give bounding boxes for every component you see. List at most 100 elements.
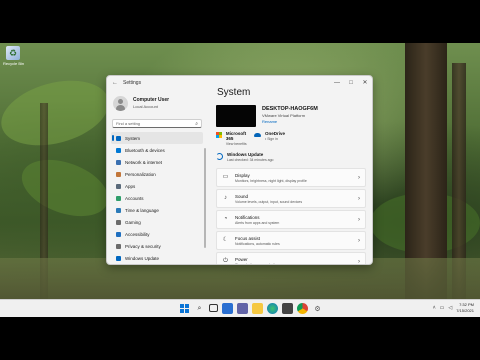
chevron-right-icon: › [358, 258, 360, 265]
system-tray: ˄ ▭ ◁ 7:32 PM 7/15/2021 [433, 302, 474, 314]
card-title: Sound [235, 193, 249, 199]
sidebar-item-label: Personalization [125, 171, 156, 177]
sidebar-item-network-internet[interactable]: Network & internet [111, 156, 203, 168]
start-button[interactable] [179, 303, 190, 314]
task-view-icon[interactable] [209, 304, 218, 312]
sidebar-item-label: Windows Update [125, 255, 160, 261]
back-arrow-icon[interactable]: ← [112, 80, 118, 86]
fern-foliage [14, 149, 116, 227]
microsoft-logo-icon [216, 132, 222, 138]
windows-logo-icon [180, 304, 189, 313]
sidebar-item-label: Bluetooth & devices [125, 147, 165, 153]
chevron-up-icon[interactable]: ˄ [433, 305, 436, 311]
avatar [113, 95, 128, 111]
sidebar-item-label: Accessibility [125, 231, 150, 237]
card-subtitle: Volume levels, output, input, sound devi… [235, 199, 303, 204]
nav-icon [116, 171, 121, 177]
user-profile[interactable]: Computer User Local Account [107, 90, 207, 116]
volume-icon[interactable]: ◁ [448, 305, 452, 311]
nav-icon [116, 147, 121, 153]
settings-window: ← Settings — □ ✕ Computer User Local Acc… [106, 75, 373, 265]
chevron-right-icon: › [358, 216, 360, 223]
sidebar-item-privacy-security[interactable]: Privacy & security [111, 240, 203, 252]
rename-link[interactable]: Rename [262, 119, 318, 124]
card-icon: ♪ [224, 195, 227, 201]
file-explorer-icon[interactable] [252, 303, 263, 314]
sidebar-item-label: Privacy & security [125, 243, 161, 249]
sidebar-item-accessibility[interactable]: Accessibility [111, 228, 203, 240]
settings-card-power[interactable]: ⏻ Power Sleep, battery usage, battery save… [216, 252, 366, 265]
settings-gear-icon[interactable]: ⚙ [312, 303, 323, 314]
sidebar-item-windows-update[interactable]: Windows Update [111, 252, 203, 264]
microsoft-365-tile[interactable]: Microsoft 365 View benefits [216, 131, 254, 146]
card-title: Power [235, 256, 248, 262]
sidebar-item-label: Gaming [125, 219, 141, 225]
nav-icon [116, 159, 121, 165]
nav-icon [116, 231, 121, 237]
nav-icon [116, 135, 121, 141]
search-taskbar-icon[interactable]: ⌕ [194, 303, 205, 314]
settings-cards: ▭ Display Monitors, brightness, night ligh… [216, 168, 366, 265]
user-name: Computer User [133, 97, 170, 103]
update-subtitle: Last checked: 34 minutes ago [227, 158, 274, 162]
sidebar-item-gaming[interactable]: Gaming [111, 216, 203, 228]
card-title: Focus assist [235, 235, 261, 241]
edge-icon[interactable] [267, 303, 278, 314]
device-summary: DESKTOP-HAOGF6M VMware Virtual Platform … [216, 105, 366, 127]
card-icon: ☾ [222, 237, 229, 243]
fern-foliage [0, 69, 116, 157]
device-name: DESKTOP-HAOGF6M [262, 106, 318, 112]
settings-card-focus-assist[interactable]: ☾ Focus assist Notifications, automatic ru… [216, 231, 366, 250]
sidebar-item-label: Accounts [125, 195, 144, 201]
chevron-right-icon: › [358, 195, 360, 202]
services-row: Microsoft 365 View benefits OneDrive • S… [216, 131, 366, 146]
settings-card-sound[interactable]: ♪ Sound Volume levels, output, input, soun… [216, 189, 366, 208]
sidebar-item-personalization[interactable]: Personalization [111, 168, 203, 180]
sidebar-item-accounts[interactable]: Accounts [111, 192, 203, 204]
update-title: Windows Update [227, 152, 264, 157]
desktop-icon-recycle-bin[interactable]: ♻ Recycle Bin [3, 46, 24, 66]
nav-icon [116, 243, 121, 249]
sidebar-item-bluetooth-devices[interactable]: Bluetooth & devices [111, 144, 203, 156]
cloud-icon [254, 133, 261, 137]
card-subtitle: Notifications, automatic rules [235, 241, 280, 246]
main-content: System DESKTOP-HAOGF6M VMware Virtual Pl… [210, 87, 372, 265]
sidebar-scrollbar[interactable] [204, 148, 206, 248]
letterbox-bottom [0, 317, 480, 360]
sidebar-item-label: Network & internet [125, 159, 163, 165]
service-subtitle: • Sign in [265, 137, 278, 141]
card-subtitle: Monitors, brightness, night light, displ… [235, 178, 307, 183]
settings-card-display[interactable]: ▭ Display Monitors, brightness, night ligh… [216, 168, 366, 187]
card-subtitle: Alerts from apps and system [235, 220, 280, 225]
nav-icon [116, 207, 121, 213]
card-icon: ⏻ [223, 258, 228, 264]
card-icon: ▭ [222, 174, 229, 180]
device-model: VMware Virtual Platform [262, 113, 306, 118]
chrome-icon[interactable] [297, 303, 308, 314]
clock[interactable]: 7:32 PM 7/15/2021 [456, 302, 474, 314]
sidebar-item-system[interactable]: System [111, 132, 203, 144]
onedrive-tile[interactable]: OneDrive • Sign in [254, 131, 292, 146]
chevron-right-icon: › [358, 237, 360, 244]
taskbar-apps: ⌕ ⚙ [179, 303, 327, 314]
card-title: Notifications [235, 214, 260, 220]
network-icon[interactable]: ▭ [440, 305, 445, 311]
chat-icon[interactable] [237, 303, 248, 314]
sidebar-nav: System Bluetooth & devices Network & inter… [107, 132, 207, 264]
widgets-icon[interactable] [222, 303, 233, 314]
sidebar-item-apps[interactable]: Apps [111, 180, 203, 192]
card-icon: ◔ [223, 216, 228, 222]
window-title: Settings [123, 80, 142, 86]
chevron-right-icon: › [358, 174, 360, 181]
sidebar-item-time-language[interactable]: Time & language [111, 204, 203, 216]
letterbox-top [0, 0, 480, 43]
settings-card-notifications[interactable]: ◔ Notifications Alerts from apps and syste… [216, 210, 366, 229]
search-input[interactable]: Find a setting ⌕ [112, 119, 202, 128]
store-icon[interactable] [282, 303, 293, 314]
windows-update-status[interactable]: Windows Update Last checked: 34 minutes … [216, 152, 366, 162]
service-title: OneDrive [265, 131, 286, 136]
card-title: Display [235, 172, 250, 178]
clock-date: 7/15/2021 [456, 308, 474, 313]
recycle-bin-icon: ♻ [6, 46, 20, 60]
card-subtitle: Sleep, battery usage, battery saver [235, 262, 290, 265]
